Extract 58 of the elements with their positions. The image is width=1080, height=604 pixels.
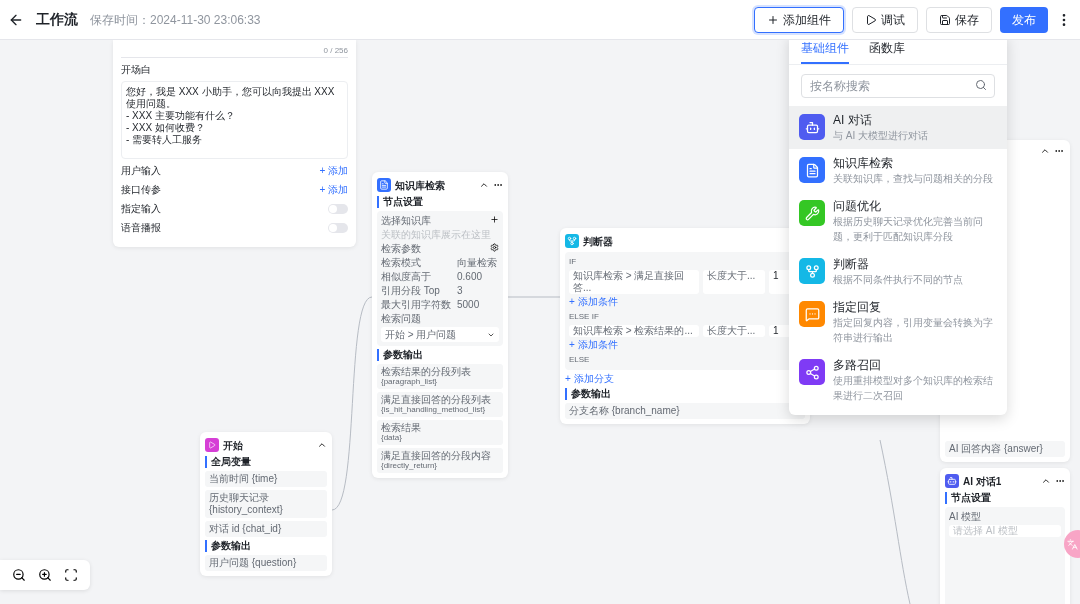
component-description: 关联知识库，查找与问题相关的分段 [833,172,993,186]
component-title: AI 对话 [833,112,873,128]
output-variable: 满足直接回答的分段列表 {is_hit_handling_method_list} [377,392,503,417]
setting-label: 用户输入 [121,164,161,178]
output-variable: 分支名称 {branch_name} [565,403,805,419]
param-value: 5000 [457,299,480,311]
param-name: 引用分段 Top [381,285,441,297]
field-label: 选择知识库 [381,215,431,227]
component-description: 根据历史聊天记录优化完善当前问题，更利于匹配知识库分段 [833,215,984,244]
section-label: 节点设置 [377,196,503,208]
component-title: 知识库检索 [833,155,894,171]
branch-label: ELSE [569,354,591,366]
node-title: 知识库检索 [395,178,445,193]
component-description: 使用重排模型对多个知识库的检索结果进行二次召回 [833,374,994,403]
global-variable: 历史聊天记录 {history_context} [205,490,327,518]
field-label: AI 模型 [949,511,983,523]
param-value: 向量检索 [457,257,497,269]
component-description: 与 AI 大模型进行对话 [833,129,928,143]
component-title: 多路召回 [833,357,882,373]
param-value: 0.600 [457,271,483,283]
section-label: 参数输出 [205,540,327,552]
intro-line: - 需要转人工服务 [126,134,204,146]
param-name: 最大引用字符数 [381,299,452,311]
output-variable: 检索结果的分段列表 {paragraph_list} [377,364,503,389]
page-title: 工作流 [36,10,78,29]
global-variable: 当前时间 {time} [205,471,327,487]
field-label: 开场白 [121,63,152,77]
node-title: AI 对话1 [963,474,1002,489]
global-variable: 对话 id {chat_id} [205,521,327,537]
node-title: 判断器 [583,234,613,249]
output-variable: 用户问题 {question} [205,555,327,571]
output-variable: 检索结果 {data} [377,420,503,445]
component-title: 指定回复 [833,299,882,315]
output-variable: 满足直接回答的分段内容 {directly_return} [377,448,503,473]
param-value: 3 [457,285,463,297]
setting-label: 指定输入 [121,202,161,216]
branch-label: IF [569,256,578,268]
output-variable: AI 回答内容 {answer} [945,441,1065,457]
intro-line: - XXX 如何收费？ [126,122,206,134]
component-description: 指定回复内容，引用变量会转换为字符串进行输出 [833,316,994,345]
branch-label: ELSE IF [569,311,600,323]
setting-label: 接口传参 [121,183,161,197]
component-title: 判断器 [833,256,870,272]
char-counter: 0 / 256 [323,45,348,57]
component-description: 根据不同条件执行不同的节点 [833,273,963,287]
param-name: 相似度高于 [381,271,432,283]
node-title: 开始 [223,438,243,453]
setting-label: 语音播报 [121,221,161,235]
param-name: 检索模式 [381,257,422,269]
section-label: 节点设置 [945,492,1065,504]
intro-line: 您好，我是 XXX 小助手，您可以向我提出 XXX 使用问题。 [126,86,336,110]
save-time: 保存时间：2024-11-30 23:06:33 [90,11,261,29]
field-label: 检索参数 [381,243,421,255]
section-label: 参数输出 [377,349,503,361]
component-title: 问题优化 [833,198,882,214]
section-label: 全局变量 [205,456,327,468]
intro-line: - XXX 主要功能有什么？ [126,110,236,122]
field-label: 检索问题 [381,313,422,325]
